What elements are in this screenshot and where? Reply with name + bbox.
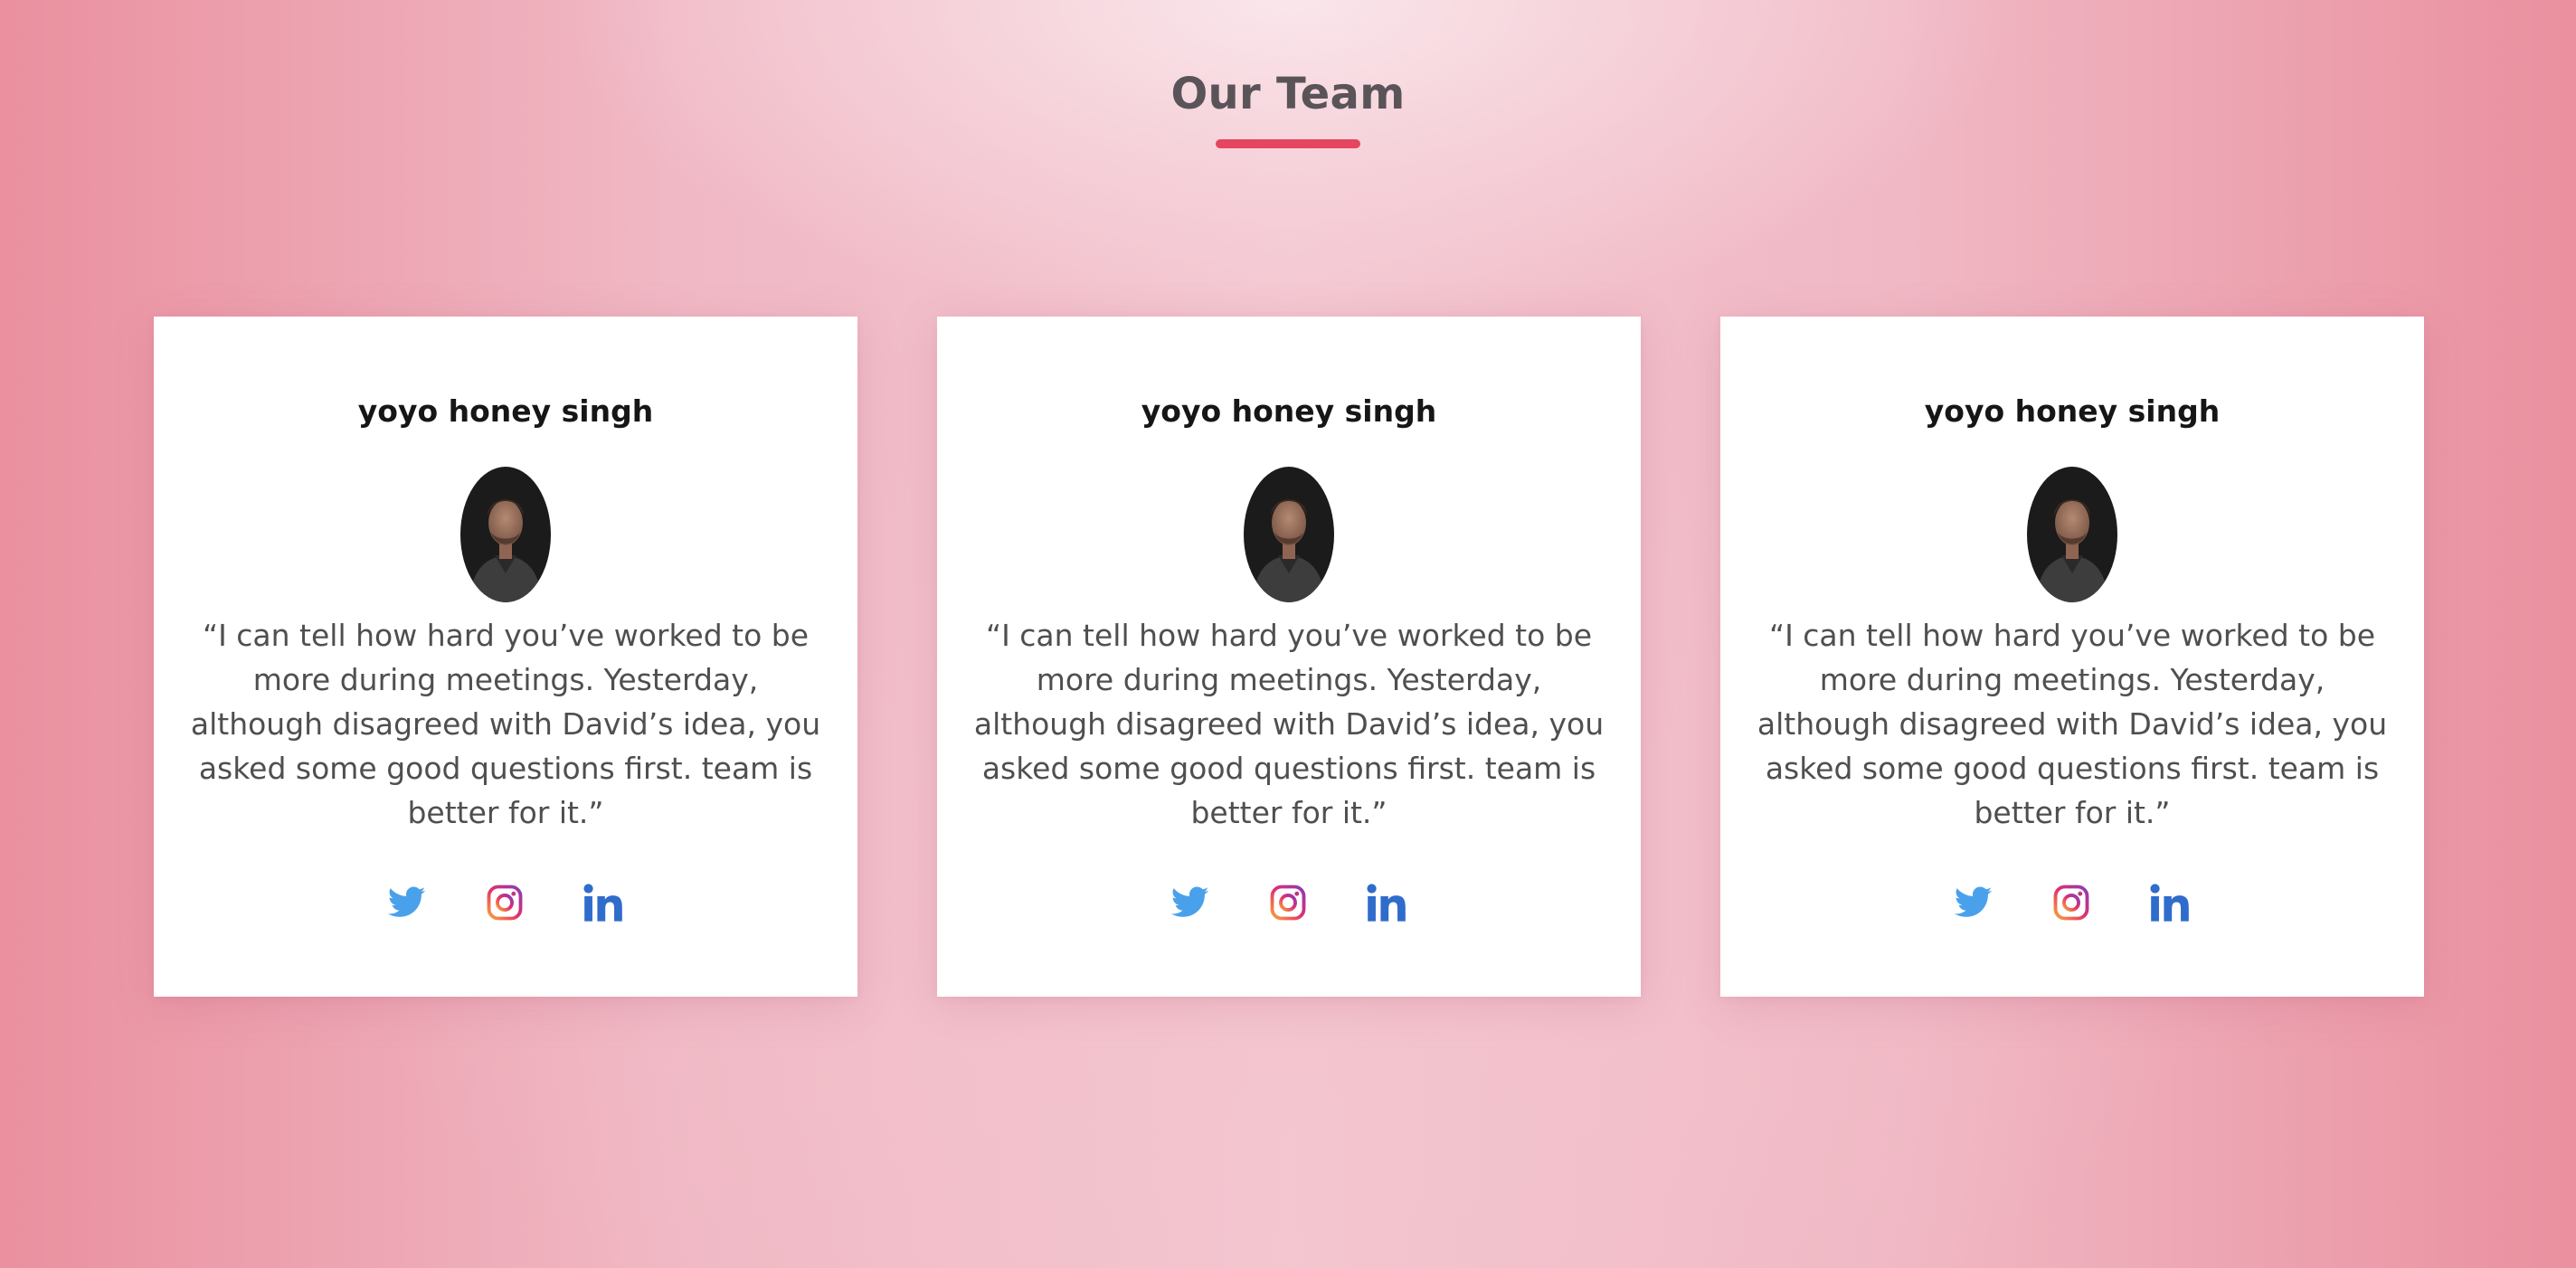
- avatar-image: [1244, 467, 1334, 602]
- page-title: Our Team: [1170, 69, 1406, 119]
- instagram-link[interactable]: [486, 883, 524, 923]
- linkedin-link[interactable]: [1367, 883, 1406, 923]
- linkedin-icon: [583, 884, 622, 922]
- twitter-icon: [388, 886, 426, 917]
- avatar-image: [2027, 467, 2117, 602]
- member-name: yoyo honey singh: [1141, 393, 1437, 429]
- instagram-icon: [2053, 885, 2089, 921]
- twitter-link[interactable]: [1171, 883, 1209, 923]
- section-heading: Our Team: [0, 69, 2576, 148]
- team-page: Our Team yoyo honey singh “I can tell ho…: [0, 0, 2576, 1268]
- team-card: yoyo honey singh “I can tell how hard yo…: [937, 317, 1641, 997]
- avatar: [1244, 467, 1334, 602]
- member-quote: “I can tell how hard you’ve worked to be…: [973, 618, 1605, 830]
- avatar-image: [460, 467, 551, 602]
- instagram-link[interactable]: [1269, 883, 1307, 923]
- linkedin-link[interactable]: [583, 883, 623, 923]
- team-card: yoyo honey singh “I can tell how hard yo…: [1720, 317, 2424, 997]
- member-quote: “I can tell how hard you’ve worked to be…: [1757, 618, 2388, 830]
- social-links: [1171, 883, 1406, 923]
- linkedin-link[interactable]: [2150, 883, 2190, 923]
- instagram-icon: [487, 885, 523, 921]
- twitter-icon: [1955, 886, 1993, 917]
- avatar: [460, 467, 551, 602]
- member-name: yoyo honey singh: [357, 393, 654, 429]
- team-card: yoyo honey singh “I can tell how hard yo…: [154, 317, 857, 997]
- social-links: [388, 883, 623, 923]
- twitter-link[interactable]: [1955, 883, 1993, 923]
- twitter-link[interactable]: [388, 883, 426, 923]
- member-quote: “I can tell how hard you’ve worked to be…: [190, 618, 821, 830]
- instagram-link[interactable]: [2052, 883, 2090, 923]
- title-underline: [1216, 139, 1360, 148]
- team-cards: yoyo honey singh “I can tell how hard yo…: [154, 317, 2424, 997]
- social-links: [1955, 883, 2190, 923]
- linkedin-icon: [1367, 884, 1406, 922]
- member-name: yoyo honey singh: [1924, 393, 2221, 429]
- avatar: [2027, 467, 2117, 602]
- twitter-icon: [1171, 886, 1209, 917]
- instagram-icon: [1270, 885, 1306, 921]
- linkedin-icon: [2150, 884, 2189, 922]
